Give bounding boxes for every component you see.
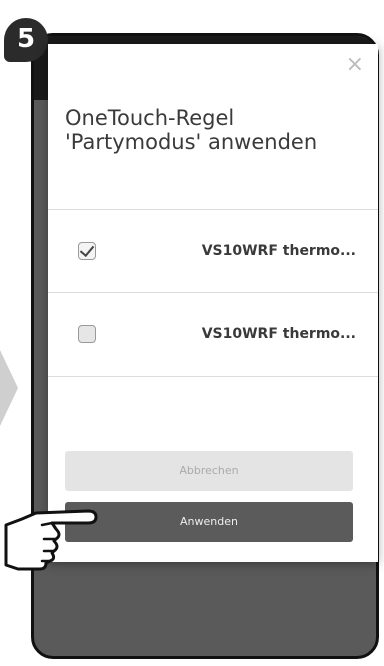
- device-checkbox-unchecked[interactable]: [78, 325, 96, 343]
- divider: [48, 376, 378, 377]
- device-checkbox-checked[interactable]: [78, 242, 96, 260]
- arrow-right-icon: [0, 350, 18, 426]
- cancel-button[interactable]: Abbrechen: [65, 451, 353, 491]
- device-label: VS10WRF thermo...: [201, 243, 356, 259]
- device-row[interactable]: VS10WRF thermo...: [48, 210, 378, 292]
- apply-button[interactable]: Anwenden: [65, 502, 353, 542]
- dialog-title-line1: OneTouch-Regel: [65, 106, 235, 130]
- pointing-hand-icon: [4, 509, 98, 571]
- dialog-title-line2: 'Partymodus' anwenden: [65, 130, 318, 154]
- device-row[interactable]: VS10WRF thermo...: [48, 293, 378, 375]
- device-label: VS10WRF thermo...: [201, 326, 356, 342]
- step-badge: 5: [4, 18, 48, 62]
- close-icon[interactable]: ×: [346, 52, 364, 77]
- apply-rule-dialog: × OneTouch-Regel 'Partymodus' anwenden V…: [48, 44, 378, 562]
- dialog-title: OneTouch-Regel 'Partymodus' anwenden: [65, 106, 355, 154]
